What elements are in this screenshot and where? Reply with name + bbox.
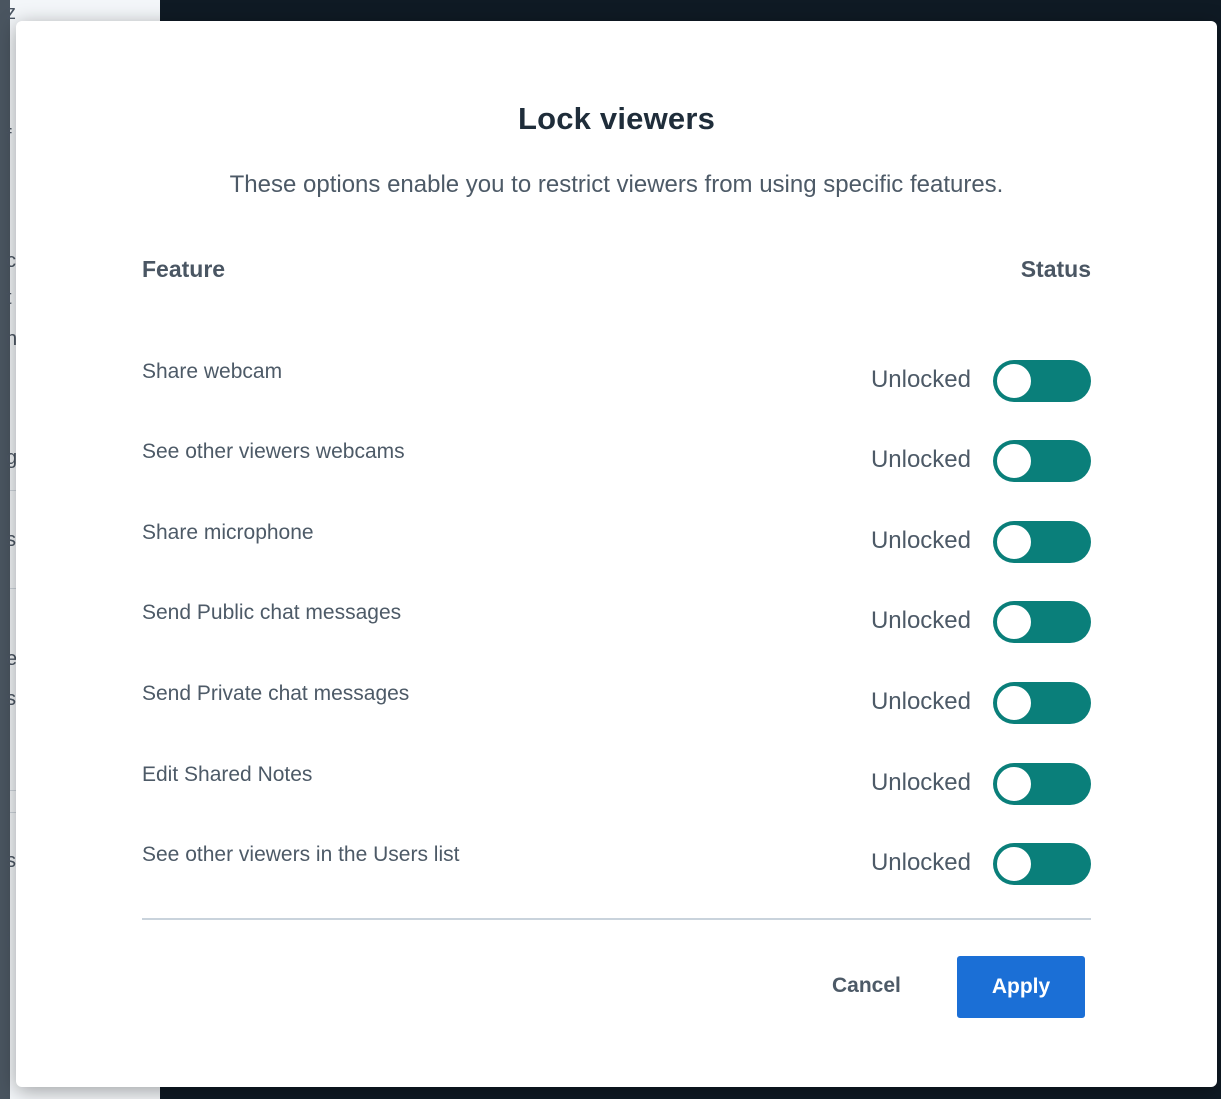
private-chat-toggle[interactable] bbox=[993, 682, 1091, 724]
apply-button[interactable]: Apply bbox=[957, 956, 1085, 1018]
feature-status: Unlocked bbox=[870, 527, 971, 554]
status-column-header: Status bbox=[1020, 256, 1091, 282]
feature-column-header: Feature bbox=[142, 256, 226, 282]
background-text: s bbox=[6, 688, 16, 710]
background-text: f bbox=[6, 126, 12, 148]
background-text: s bbox=[6, 850, 16, 872]
background-text: c bbox=[6, 250, 16, 272]
feature-row-share-webcam: Share webcam Unlocked bbox=[142, 360, 1091, 404]
toggle-knob bbox=[995, 442, 1033, 480]
toggle-knob bbox=[995, 845, 1033, 883]
modal-title: Lock viewers bbox=[517, 101, 716, 136]
modal-description: These options enable you to restrict vie… bbox=[229, 171, 1004, 198]
toggle-knob bbox=[995, 603, 1033, 641]
feature-row-share-microphone: Share microphone Unlocked bbox=[142, 521, 1091, 565]
toggle-knob bbox=[995, 765, 1033, 803]
toggle-knob bbox=[995, 684, 1033, 722]
background-text: z bbox=[6, 2, 16, 24]
cancel-button[interactable]: Cancel bbox=[824, 966, 909, 1006]
feature-row-users-list: See other viewers in the Users list Unlo… bbox=[142, 843, 1091, 887]
feature-row-shared-notes: Edit Shared Notes Unlocked bbox=[142, 763, 1091, 807]
feature-label: Send Public chat messages bbox=[142, 601, 402, 624]
shared-notes-toggle[interactable] bbox=[993, 763, 1091, 805]
toggle-knob bbox=[995, 523, 1033, 561]
feature-row-public-chat: Send Public chat messages Unlocked bbox=[142, 601, 1091, 645]
feature-status: Unlocked bbox=[870, 688, 971, 715]
feature-status: Unlocked bbox=[870, 769, 971, 796]
feature-status: Unlocked bbox=[870, 607, 971, 634]
feature-label: Share microphone bbox=[142, 521, 314, 544]
feature-label: See other viewers in the Users list bbox=[142, 843, 460, 866]
background-text: t bbox=[6, 287, 12, 309]
footer-divider bbox=[142, 918, 1091, 920]
feature-status: Unlocked bbox=[870, 446, 971, 473]
see-other-webcams-toggle[interactable] bbox=[993, 440, 1091, 482]
background-text: s bbox=[6, 529, 16, 551]
share-microphone-toggle[interactable] bbox=[993, 521, 1091, 563]
background-text: i bbox=[6, 930, 11, 952]
feature-row-see-other-webcams: See other viewers webcams Unlocked bbox=[142, 440, 1091, 484]
feature-row-private-chat: Send Private chat messages Unlocked bbox=[142, 682, 1091, 726]
public-chat-toggle[interactable] bbox=[993, 601, 1091, 643]
feature-status: Unlocked bbox=[870, 366, 971, 393]
feature-status: Unlocked bbox=[870, 849, 971, 876]
feature-label: Edit Shared Notes bbox=[142, 763, 313, 786]
feature-label: Send Private chat messages bbox=[142, 682, 410, 705]
share-webcam-toggle[interactable] bbox=[993, 360, 1091, 402]
feature-label: Share webcam bbox=[142, 360, 283, 383]
feature-label: See other viewers webcams bbox=[142, 440, 405, 463]
toggle-knob bbox=[995, 362, 1033, 400]
users-list-toggle[interactable] bbox=[993, 843, 1091, 885]
lock-viewers-modal: Lock viewers These options enable you to… bbox=[16, 21, 1217, 1087]
